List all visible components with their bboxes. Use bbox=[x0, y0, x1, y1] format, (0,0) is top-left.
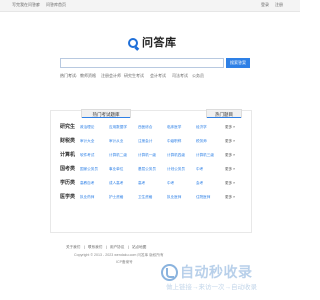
top-bar: 写完我在问答库 | 问答库首页 登录 注册 bbox=[0, 0, 300, 12]
search-box bbox=[60, 58, 224, 75]
category-link[interactable]: 高教自考 bbox=[80, 180, 94, 186]
topbar-link-site[interactable]: 写完我在问答库 bbox=[12, 2, 40, 8]
category-label: 学历类 bbox=[60, 180, 76, 186]
footer-separator: | bbox=[84, 245, 85, 249]
footer-link-contact[interactable]: 联系我们 bbox=[88, 244, 102, 250]
logo-text: 问答库 bbox=[142, 37, 177, 49]
footer-separator: | bbox=[128, 245, 129, 249]
icp-text: ICP备案号 bbox=[116, 260, 133, 264]
hot-exam-link[interactable]: 研究生考试 bbox=[124, 73, 144, 79]
topbar-link-home[interactable]: 问答库首页 bbox=[46, 2, 66, 8]
category-link[interactable]: 计算机三级 bbox=[196, 152, 214, 158]
category-link[interactable]: 基层公务员 bbox=[138, 166, 156, 172]
tab-hot-questions[interactable]: 热门题目 bbox=[206, 109, 242, 118]
search-logo-icon bbox=[128, 38, 138, 48]
category-link[interactable]: 成人高考 bbox=[109, 180, 123, 186]
category-link[interactable]: 执业药师 bbox=[80, 194, 94, 200]
more-link[interactable]: 更多 » bbox=[225, 124, 235, 130]
category-link[interactable]: 中级职称 bbox=[167, 138, 181, 144]
category-row: 国考类 国家公务员 事业单位 基层公务员 计划公务员 中考 更多 » bbox=[50, 162, 252, 176]
copyright-text: Copyright © 2013 - 2023 wendaku.com 问答库 … bbox=[74, 253, 164, 257]
more-link[interactable]: 更多 » bbox=[225, 138, 235, 144]
watermark-subtitle: 做上链接→来访一次→自动收录 bbox=[166, 284, 257, 291]
category-link[interactable]: 会考 bbox=[196, 180, 203, 186]
category-label: 研究生 bbox=[60, 124, 76, 130]
category-row: 学历类 高教自考 成人高考 高考 中考 会考 更多 » bbox=[50, 176, 252, 190]
category-link[interactable]: 护士资格 bbox=[109, 194, 123, 200]
category-link[interactable]: 税务师 bbox=[196, 138, 207, 144]
hot-exams-label: 热门考试: bbox=[60, 73, 78, 78]
footer-link-about[interactable]: 关于我们 bbox=[66, 244, 80, 250]
category-label: 医学类 bbox=[60, 194, 76, 200]
footer-links: 关于我们 | 联系我们 | 用户协议 | 站点地图 bbox=[66, 244, 206, 250]
category-link[interactable]: 审计从业 bbox=[109, 138, 123, 144]
category-row: 财税类 审计大全 审计从业 注册会计 中级职称 税务师 更多 » bbox=[50, 134, 252, 148]
category-link[interactable]: 西医综合 bbox=[138, 124, 152, 130]
category-link[interactable]: 中考 bbox=[196, 166, 203, 172]
footer-separator: | bbox=[106, 245, 107, 249]
hot-exam-link[interactable]: 司法考试 bbox=[172, 73, 188, 79]
category-link[interactable]: 政治理论 bbox=[80, 124, 94, 130]
category-link[interactable]: 软件考试 bbox=[80, 152, 94, 158]
footer-link-terms[interactable]: 用户协议 bbox=[110, 244, 124, 250]
topbar-separator: | bbox=[37, 2, 39, 7]
watermark-title: 自动秒收录 bbox=[180, 264, 253, 280]
hot-exam-link[interactable]: 会计考试 bbox=[150, 73, 166, 79]
register-link[interactable]: 注册 bbox=[275, 2, 283, 8]
tab-hot-exam-bank[interactable]: 热门考试题库 bbox=[81, 109, 131, 118]
search-button[interactable]: 搜索答案 bbox=[226, 58, 250, 68]
more-link[interactable]: 更多 » bbox=[225, 152, 235, 158]
category-label: 计算机 bbox=[60, 152, 76, 158]
category-link[interactable]: 住院医师 bbox=[196, 194, 210, 200]
category-link[interactable]: 注册会计 bbox=[138, 138, 152, 144]
category-link[interactable]: 高考 bbox=[138, 180, 145, 186]
category-link[interactable]: 经济学 bbox=[196, 124, 207, 130]
category-row: 计算机 软件考试 计算机二级 计算机一级 计算机四级 计算机三级 更多 » bbox=[50, 148, 252, 162]
site-logo[interactable]: 问答库 bbox=[128, 36, 178, 50]
category-link[interactable]: 计算机二级 bbox=[109, 152, 127, 158]
more-link[interactable]: 更多 » bbox=[225, 194, 235, 200]
category-link[interactable]: 卫生资格 bbox=[138, 194, 152, 200]
login-link[interactable]: 登录 bbox=[261, 2, 269, 8]
more-link[interactable]: 更多 » bbox=[225, 166, 235, 172]
hot-exam-link[interactable]: 公务员 bbox=[192, 73, 204, 79]
category-link[interactable]: 计算机四级 bbox=[167, 152, 185, 158]
category-link[interactable]: 计算机一级 bbox=[138, 152, 156, 158]
category-label: 国考类 bbox=[60, 166, 76, 172]
hot-exam-link[interactable]: 注册会计师 bbox=[101, 73, 121, 79]
category-link[interactable]: 应用数据学 bbox=[109, 124, 127, 130]
category-label: 财税类 bbox=[60, 138, 76, 144]
category-link[interactable]: 审计大全 bbox=[80, 138, 94, 144]
category-link[interactable]: 临床医学 bbox=[167, 124, 181, 130]
hot-exams: 热门考试: 教师资格 注册会计师 研究生考试 会计考试 司法考试 公务员 bbox=[60, 73, 260, 79]
category-link[interactable]: 事业单位 bbox=[109, 166, 123, 172]
more-link[interactable]: 更多 » bbox=[225, 180, 235, 186]
category-row: 研究生 政治理论 应用数据学 西医综合 临床医学 经济学 更多 » bbox=[50, 120, 252, 134]
hot-exam-link[interactable]: 教师资格 bbox=[80, 73, 96, 79]
category-link[interactable]: 中考 bbox=[167, 180, 174, 186]
watermark-logo-icon bbox=[161, 264, 178, 281]
category-link[interactable]: 国家公务员 bbox=[80, 166, 98, 172]
footer-link-sitemap[interactable]: 站点地图 bbox=[132, 244, 146, 250]
category-link[interactable]: 计划公务员 bbox=[167, 166, 185, 172]
category-link[interactable]: 执业医师 bbox=[167, 194, 181, 200]
category-row: 医学类 执业药师 护士资格 卫生资格 执业医师 住院医师 更多 » bbox=[50, 190, 252, 204]
